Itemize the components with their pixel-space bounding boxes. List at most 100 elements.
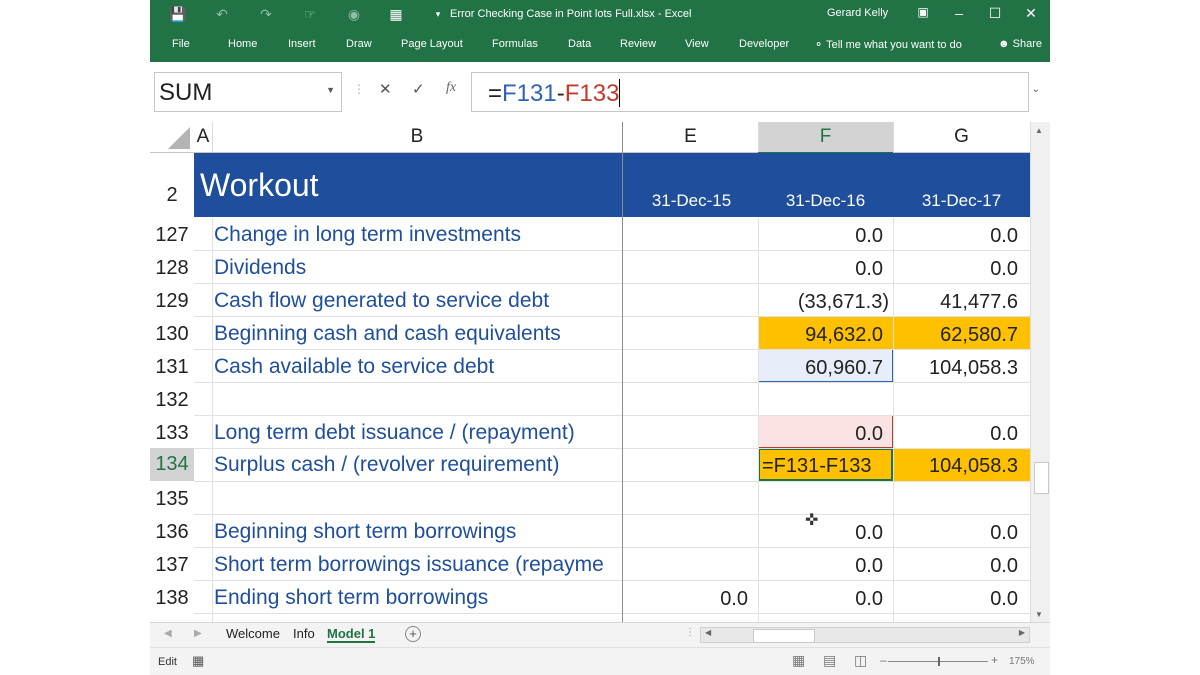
cell-value-g[interactable]: 0.0 [893, 225, 1018, 248]
chevron-down-icon[interactable]: ▼ [326, 85, 335, 95]
row-label[interactable]: Ending short term borrowings [214, 586, 488, 610]
horizontal-scrollbar[interactable]: ◀ ▶ [700, 627, 1030, 643]
close-icon[interactable]: ✕ [1019, 5, 1043, 22]
prev-sheet-icon[interactable]: ◀ [164, 628, 172, 639]
row-header[interactable]: 138 [150, 587, 194, 610]
user-name[interactable]: Gerard Kelly [827, 7, 888, 19]
minimize-icon[interactable]: – [947, 5, 971, 21]
horizontal-scroll-thumb[interactable] [753, 629, 815, 643]
tab-home[interactable]: Home [228, 38, 257, 50]
cell-value-f[interactable]: 0.0 [758, 588, 883, 611]
ribbon-display-icon[interactable]: ▣ [911, 5, 935, 19]
column-header-g[interactable]: G [893, 122, 1030, 153]
scroll-right-icon[interactable]: ▶ [1019, 628, 1025, 637]
cell-value-f[interactable]: (33,671.3) [758, 291, 889, 314]
tab-file[interactable]: File [172, 38, 190, 50]
normal-view-icon[interactable]: ▦ [792, 652, 805, 669]
cell-value-e[interactable]: 0.0 [623, 588, 748, 611]
select-all-corner[interactable] [150, 122, 195, 153]
row-header[interactable]: 136 [150, 521, 194, 544]
cell-value-g[interactable]: 0.0 [893, 258, 1018, 281]
row-header[interactable]: 135 [150, 488, 194, 511]
cancel-icon[interactable]: ✕ [379, 80, 392, 98]
row-header[interactable]: 132 [150, 389, 194, 412]
maximize-icon[interactable]: ☐ [983, 5, 1007, 22]
row-header[interactable]: 137 [150, 554, 194, 577]
add-sheet-icon[interactable]: + [405, 626, 421, 642]
tab-developer[interactable]: Developer [739, 38, 789, 50]
page-break-view-icon[interactable]: ◫ [854, 652, 867, 669]
page-layout-view-icon[interactable]: ▤ [823, 652, 836, 669]
scroll-down-icon[interactable]: ▼ [1035, 610, 1043, 619]
save-icon[interactable]: 💾 [168, 6, 188, 23]
vertical-scrollbar[interactable]: ▲ ▼ [1030, 122, 1050, 622]
cell-value-f[interactable]: 94,632.0 [758, 324, 883, 347]
column-header-a[interactable]: A [194, 122, 212, 153]
scroll-left-icon[interactable]: ◀ [705, 628, 711, 637]
row-label[interactable]: Beginning short term borrowings [214, 520, 516, 544]
row-header[interactable]: 133 [150, 422, 194, 445]
zoom-in-icon[interactable]: + [991, 653, 998, 667]
column-header-b[interactable]: B [212, 122, 622, 153]
row-label[interactable]: Cash flow generated to service debt [214, 289, 549, 313]
calculator-icon[interactable]: ▦ [386, 6, 406, 23]
enter-check-icon[interactable]: ✓ [412, 80, 425, 98]
worksheet-grid[interactable]: A B E F G 2 Workout 31-Dec-15 31-Dec-16 … [150, 122, 1030, 622]
tab-review[interactable]: Review [620, 38, 656, 50]
sheet-tab-info[interactable]: Info [293, 626, 315, 641]
cell-value-f[interactable]: 0.0 [758, 258, 883, 281]
row-header[interactable]: 131 [150, 356, 194, 379]
expand-formula-bar-icon[interactable]: ⌄ [1032, 84, 1040, 95]
row-header[interactable]: 130 [150, 323, 194, 346]
cell-value-g[interactable]: 41,477.6 [893, 291, 1018, 314]
redo-icon[interactable]: ↷ [256, 6, 276, 23]
row-label[interactable]: Beginning cash and cash equivalents [214, 322, 561, 346]
row-header-2[interactable]: 2 [150, 184, 194, 207]
cell-value-f[interactable]: 0.0 [758, 423, 883, 446]
touch-mode-icon[interactable]: ☞ [300, 6, 320, 23]
cell-value-f[interactable]: 60,960.7 [758, 357, 883, 380]
camera-icon[interactable]: ◉ [344, 6, 364, 23]
column-header-e[interactable]: E [623, 122, 758, 153]
tab-data[interactable]: Data [568, 38, 591, 50]
cell-value-g[interactable]: 104,058.3 [893, 455, 1018, 478]
row-header[interactable]: 128 [150, 257, 194, 280]
cell-value-g[interactable]: 0.0 [893, 555, 1018, 578]
tab-insert[interactable]: Insert [288, 38, 316, 50]
cell-value-g[interactable]: 62,580.7 [893, 324, 1018, 347]
insert-function-icon[interactable]: fx [446, 80, 456, 96]
vertical-scroll-thumb[interactable] [1034, 462, 1049, 494]
zoom-slider-thumb[interactable] [938, 657, 940, 666]
row-label[interactable]: Surplus cash / (revolver requirement) [214, 453, 559, 477]
cell-value-g[interactable]: 0.0 [893, 423, 1018, 446]
tab-split-grip[interactable]: ⋮ [685, 627, 695, 638]
share-button[interactable]: ☻ Share [998, 38, 1042, 50]
tab-draw[interactable]: Draw [346, 38, 372, 50]
cell-value-f[interactable]: 0.0 [758, 225, 883, 248]
sheet-tab-model-1[interactable]: Model 1 [327, 626, 376, 643]
row-header[interactable]: 127 [150, 224, 194, 247]
next-sheet-icon[interactable]: ▶ [194, 628, 202, 639]
customize-toolbar-icon[interactable]: ▾ [428, 9, 448, 20]
macro-record-icon[interactable]: ▦ [192, 653, 204, 669]
formula-input[interactable]: =F131-F133 [471, 72, 1029, 112]
active-cell-formula[interactable]: =F131-F133 [762, 455, 887, 478]
cell-value-g[interactable]: 0.0 [893, 522, 1018, 545]
cell-value-g[interactable]: 104,058.3 [893, 357, 1018, 380]
cell-value-f[interactable]: 0.0 [758, 522, 883, 545]
row-label[interactable]: Change in long term investments [214, 223, 521, 247]
cell-value-g[interactable]: 0.0 [893, 588, 1018, 611]
row-header[interactable]: 129 [150, 290, 194, 313]
row-header-selected[interactable]: 134 [150, 448, 194, 481]
tab-formulas[interactable]: Formulas [492, 38, 538, 50]
formula-bar-grip[interactable]: ⋮ [353, 82, 365, 96]
column-header-f[interactable]: F [758, 122, 893, 154]
tell-me-box[interactable]: ⚬ Tell me what you want to do [814, 38, 962, 51]
scroll-up-icon[interactable]: ▲ [1035, 126, 1043, 135]
row-label[interactable]: Long term debt issuance / (repayment) [214, 421, 575, 445]
row-label[interactable]: Short term borrowings issuance (repayme [214, 553, 622, 577]
row-label[interactable]: Dividends [214, 256, 306, 280]
name-box[interactable]: SUM ▼ [154, 72, 342, 112]
row-label[interactable]: Cash available to service debt [214, 355, 494, 379]
undo-icon[interactable]: ↶ [212, 6, 232, 23]
